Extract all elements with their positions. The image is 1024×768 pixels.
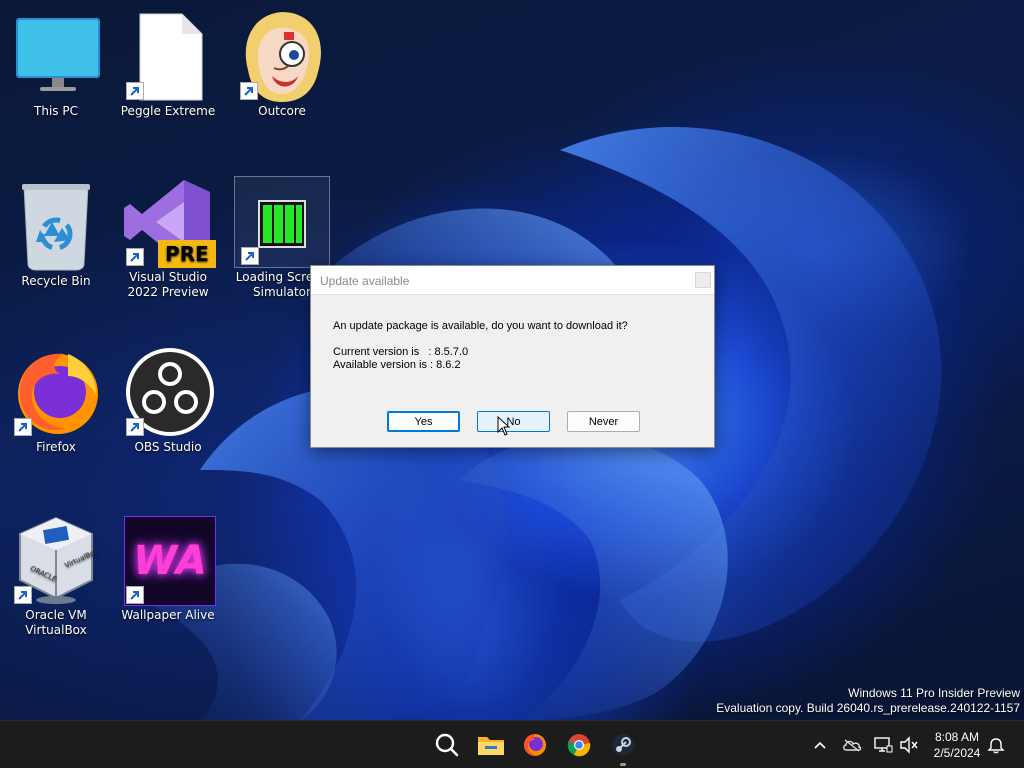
dialog-close-button[interactable] [695, 272, 711, 288]
volume-muted-icon[interactable] [899, 735, 919, 755]
watermark-edition: Windows 11 Pro Insider Preview [848, 686, 1020, 700]
desktop-icon-label: Wallpaper Alive [121, 608, 215, 622]
clock-time: 8:08 AM [934, 730, 980, 744]
virtualbox-icon: ORACLE VirtualBox [8, 514, 104, 606]
shortcut-arrow-icon [126, 586, 144, 604]
desktop-icon-label: This PC [34, 104, 78, 118]
loading-bar-icon [234, 176, 330, 268]
watermark-build: Evaluation copy. Build 26040.rs_prerelea… [716, 701, 1020, 715]
desktop-icon-label: Peggle Extreme [120, 104, 216, 118]
current-version-text: Current version is : 8.5.7.0 [333, 346, 469, 358]
chrome-icon[interactable] [563, 729, 595, 761]
chevron-up-icon[interactable] [810, 735, 830, 755]
monitor-icon [8, 10, 104, 102]
file-explorer-icon[interactable] [475, 729, 507, 761]
desktop-icon-visual-studio-2022-preview[interactable]: PRE Visual Studio 2022 Preview [118, 176, 218, 300]
outcore-face-icon [234, 10, 330, 102]
no-button[interactable]: No [477, 411, 550, 432]
obs-icon [120, 346, 216, 438]
clock-date: 2/5/2024 [933, 746, 981, 760]
yes-button[interactable]: Yes [387, 411, 460, 432]
shortcut-arrow-icon [126, 418, 144, 436]
desktop-icon-wallpaper-alive[interactable]: WA Wallpaper Alive [118, 514, 218, 623]
shortcut-arrow-icon [240, 82, 258, 100]
desktop-icon-obs-studio[interactable]: OBS Studio [118, 346, 218, 455]
taskbar: 8:08 AM 2/5/2024 [0, 720, 1024, 768]
desktop-icon-label: Outcore [258, 104, 306, 118]
steam-running-indicator [620, 763, 626, 766]
update-dialog: Update available An update package is av… [310, 265, 715, 448]
dialog-title: Update available [320, 274, 410, 288]
onedrive-icon[interactable] [842, 735, 862, 755]
desktop-icon-peggle-extreme[interactable]: Peggle Extreme [118, 10, 218, 119]
shortcut-arrow-icon [14, 586, 32, 604]
desktop-icon-oracle-vm-virtualbox[interactable]: ORACLE VirtualBox Oracle VM VirtualBox [6, 514, 106, 638]
taskbar-clock[interactable]: 8:08 AM 2/5/2024 [926, 729, 988, 761]
desktop-icon-label: Recycle Bin [21, 274, 91, 288]
desktop-icon-recycle-bin[interactable]: Recycle Bin [6, 180, 106, 289]
firefox-icon [8, 346, 104, 438]
shortcut-arrow-icon [14, 418, 32, 436]
firefox-icon[interactable] [519, 729, 551, 761]
network-icon[interactable] [873, 735, 893, 755]
desktop-icon-label: Visual Studio 2022 Preview [127, 270, 209, 299]
visual-studio-icon: PRE [120, 176, 216, 268]
dialog-message: An update package is available, do you w… [333, 320, 628, 332]
desktop-icon-label: Oracle VM VirtualBox [25, 608, 87, 637]
preview-badge: PRE [158, 240, 216, 268]
recycle-bin-icon [8, 180, 104, 272]
never-button[interactable]: Never [567, 411, 640, 432]
windows-watermark: Windows 11 Pro Insider Preview Evaluatio… [716, 686, 1020, 716]
notification-bell-icon[interactable] [986, 735, 1006, 755]
blank-document-icon [120, 10, 216, 102]
available-version-text: Available version is : 8.6.2 [333, 359, 461, 371]
desktop-icon-label: Firefox [36, 440, 76, 454]
search-icon[interactable] [431, 729, 463, 761]
wallpaper-alive-logo-text: WA [133, 537, 207, 584]
shortcut-arrow-icon [126, 82, 144, 100]
version-info: Current version is : 8.5.7.0 Available v… [333, 346, 468, 372]
steam-icon[interactable] [607, 729, 639, 761]
shortcut-arrow-icon [126, 248, 144, 266]
desktop-icon-outcore[interactable]: Outcore [232, 10, 332, 119]
desktop-icon-label: OBS Studio [134, 440, 202, 454]
wallpaper-alive-icon: WA [120, 514, 216, 606]
desktop-icon-firefox[interactable]: Firefox [6, 346, 106, 455]
dialog-titlebar[interactable]: Update available [311, 266, 714, 295]
mouse-cursor-icon [497, 415, 511, 440]
desktop-icon-this-pc[interactable]: This PC [6, 10, 106, 119]
shortcut-arrow-icon [241, 247, 259, 265]
